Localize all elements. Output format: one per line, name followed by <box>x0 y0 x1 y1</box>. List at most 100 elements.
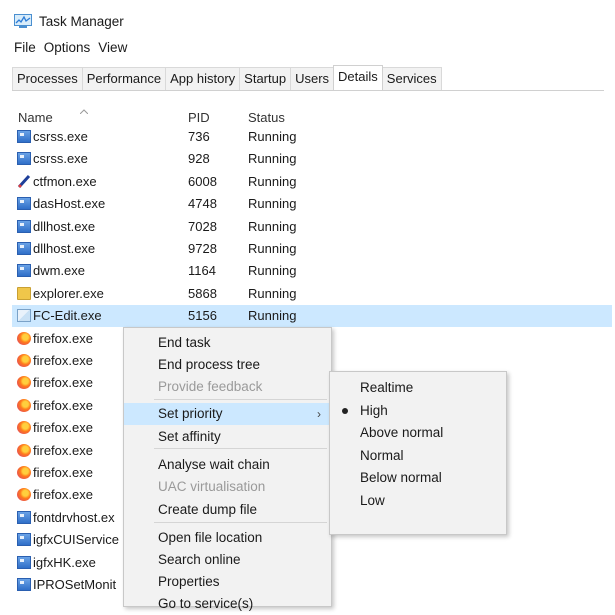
table-row[interactable]: dwm.exe 1164 Running <box>12 260 612 282</box>
table-row[interactable]: csrss.exe 928 Running <box>12 148 612 170</box>
system-process-icon <box>17 197 31 211</box>
table-row[interactable]: FC-Edit.exe 5156 Running <box>12 305 612 328</box>
process-name: dwm.exe <box>33 263 86 279</box>
process-status: Running <box>248 285 297 301</box>
process-pid: 7028 <box>188 218 217 234</box>
priority-label: Normal <box>360 447 404 463</box>
system-process-icon <box>17 578 31 591</box>
process-status: Running <box>248 151 297 167</box>
process-name: firefox.exe <box>33 420 93 436</box>
tab-strip: Processes Performance App history Startu… <box>12 65 604 91</box>
menu-item-create-dump-file[interactable]: Create dump file <box>124 499 331 521</box>
priority-normal[interactable]: Normal <box>330 445 506 467</box>
priority-below-normal[interactable]: Below normal <box>330 467 506 489</box>
menu-view[interactable]: View <box>98 40 127 55</box>
process-status: Running <box>248 241 297 256</box>
menu-item-end-task[interactable]: End task <box>124 332 331 354</box>
system-process-icon <box>17 152 31 166</box>
tab-services[interactable]: Services <box>381 67 442 90</box>
process-name: dllhost.exe <box>33 241 96 256</box>
priority-low[interactable]: Low <box>330 490 506 512</box>
table-row[interactable]: ctfmon.exe 6008 Running <box>12 171 612 193</box>
table-row[interactable]: csrss.exe 736 Running <box>12 126 612 148</box>
system-process-icon <box>17 533 31 547</box>
table-row[interactable]: dasHost.exe 4748 Running <box>12 193 612 215</box>
menu-file[interactable]: File <box>14 40 36 55</box>
process-name: firefox.exe <box>33 487 93 503</box>
priority-above-normal[interactable]: Above normal <box>330 422 506 444</box>
firefox-icon <box>17 443 31 457</box>
process-name: csrss.exe <box>33 151 88 167</box>
menu-separator <box>154 522 327 523</box>
menu-item-properties[interactable]: Properties <box>124 571 331 593</box>
firefox-icon <box>17 376 31 390</box>
firefox-icon <box>17 466 31 479</box>
firefox-icon <box>17 488 31 502</box>
menu-item-search-online[interactable]: Search online <box>124 549 331 571</box>
priority-label: Low <box>360 492 385 508</box>
system-process-icon <box>17 219 31 233</box>
tab-users[interactable]: Users <box>290 67 335 90</box>
process-status: Running <box>248 173 297 189</box>
priority-realtime[interactable]: Realtime <box>330 377 506 399</box>
process-name: dasHost.exe <box>33 196 106 212</box>
tab-processes[interactable]: Processes <box>12 67 83 90</box>
process-pid: 5868 <box>188 285 217 301</box>
system-process-icon <box>17 242 31 255</box>
task-manager-icon <box>14 14 32 28</box>
menu-item-label: Provide feedback <box>158 379 263 394</box>
firefox-icon <box>17 331 31 345</box>
menu-item-open-file-location[interactable]: Open file location <box>124 527 331 549</box>
priority-label: Realtime <box>360 380 414 395</box>
process-name: firefox.exe <box>33 353 93 368</box>
menu-item-label: UAC virtualisation <box>158 479 266 494</box>
menu-item-set-priority[interactable]: Set priority › <box>124 403 331 425</box>
process-pid: 6008 <box>188 173 217 189</box>
column-header-pid[interactable]: PID <box>188 110 210 125</box>
process-name: ctfmon.exe <box>33 173 97 189</box>
process-name: csrss.exe <box>33 129 88 144</box>
process-status: Running <box>248 308 297 324</box>
context-menu: End task End process tree Provide feedback… <box>123 327 332 611</box>
process-name: firefox.exe <box>33 375 93 391</box>
menu-item-label: Create dump file <box>158 502 258 517</box>
firefox-icon <box>17 421 31 435</box>
table-row[interactable]: dllhost.exe 9728 Running <box>12 238 612 260</box>
process-name: firefox.exe <box>33 330 93 346</box>
title-bar: Task Manager <box>14 10 124 32</box>
process-name: dllhost.exe <box>33 218 96 234</box>
table-row[interactable]: explorer.exe 5868 Running <box>12 283 612 305</box>
tab-app-history[interactable]: App history <box>165 67 241 90</box>
sort-ascending-icon <box>79 102 89 115</box>
menu-item-set-affinity[interactable]: Set affinity <box>124 426 331 448</box>
column-header-name[interactable]: Name <box>18 110 53 125</box>
process-status: Running <box>248 129 297 144</box>
chevron-right-icon: › <box>317 407 321 421</box>
table-row[interactable]: dllhost.exe 7028 Running <box>12 216 612 238</box>
process-status: Running <box>248 218 297 234</box>
tab-details[interactable]: Details <box>333 65 383 90</box>
process-name: firefox.exe <box>33 442 93 458</box>
column-header-status[interactable]: Status <box>248 110 285 125</box>
menu-item-label: Analyse wait chain <box>158 457 270 472</box>
system-process-icon <box>17 555 31 569</box>
tab-performance[interactable]: Performance <box>81 67 167 90</box>
process-pid: 736 <box>188 129 210 144</box>
menu-item-analyse-wait-chain[interactable]: Analyse wait chain <box>124 454 331 476</box>
pen-icon <box>17 174 31 188</box>
menu-options[interactable]: Options <box>44 40 91 55</box>
menu-item-go-to-service-s[interactable]: Go to service(s) <box>124 593 331 615</box>
process-pid: 928 <box>188 151 210 167</box>
process-name: igfxCUIService <box>33 532 119 548</box>
tab-startup[interactable]: Startup <box>239 67 292 90</box>
process-name: firefox.exe <box>33 465 93 480</box>
process-name: firefox.exe <box>33 397 93 413</box>
priority-high[interactable]: High <box>330 400 506 422</box>
process-pid: 1164 <box>188 263 216 279</box>
system-process-icon <box>17 130 31 143</box>
menu-item-end-process-tree[interactable]: End process tree <box>124 354 331 376</box>
radio-bullet-icon <box>342 407 348 414</box>
menu-item-provide-feedback: Provide feedback <box>124 376 331 398</box>
firefox-icon <box>17 354 31 367</box>
menu-separator <box>154 448 327 449</box>
